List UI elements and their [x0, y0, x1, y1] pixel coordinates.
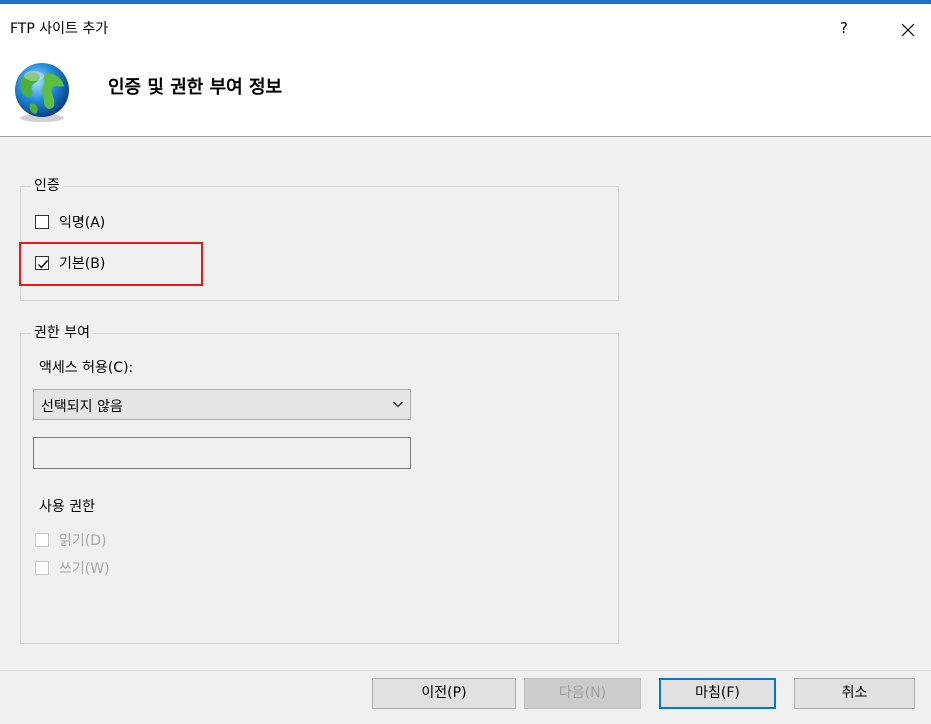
write-label: 쓰기(W) [59, 561, 110, 577]
highlight-box [19, 242, 203, 286]
globe-icon [15, 63, 69, 122]
previous-button[interactable]: 이전(P) [372, 678, 516, 709]
help-button[interactable]: ? [828, 8, 860, 48]
title-bar: FTP 사이트 추가 ? [0, 4, 931, 48]
read-label: 읽기(D) [59, 533, 107, 549]
read-checkbox[interactable] [35, 533, 49, 547]
access-select-value: 선택되지 않음 [41, 399, 123, 415]
access-textbox[interactable] [33, 437, 411, 469]
authorization-groupbox [20, 333, 619, 644]
cancel-button[interactable]: 취소 [794, 678, 915, 709]
access-select[interactable]: 선택되지 않음 [33, 389, 411, 420]
authentication-group-label: 인증 [31, 175, 63, 195]
anonymous-checkbox-row[interactable]: 익명(A) [35, 212, 105, 232]
finish-button[interactable]: 마침(F) [659, 678, 776, 709]
access-label: 액세스 허용(C): [39, 360, 134, 376]
wizard-header: 인증 및 권한 부여 정보 [0, 48, 931, 137]
write-checkbox[interactable] [35, 561, 49, 575]
close-button[interactable] [888, 8, 928, 48]
anonymous-checkbox[interactable] [35, 215, 49, 229]
authorization-group-label: 권한 부여 [31, 322, 93, 342]
permissions-label: 사용 권한 [39, 499, 95, 515]
page-title: 인증 및 권한 부여 정보 [108, 77, 283, 98]
anonymous-label: 익명(A) [59, 215, 106, 231]
write-checkbox-row[interactable]: 쓰기(W) [35, 558, 110, 578]
next-button[interactable]: 다음(N) [524, 678, 641, 709]
window-title: FTP 사이트 추가 [10, 21, 109, 37]
read-checkbox-row[interactable]: 읽기(D) [35, 530, 106, 550]
close-icon [901, 23, 915, 36]
footer-divider [0, 670, 931, 671]
chevron-down-icon [393, 401, 403, 408]
